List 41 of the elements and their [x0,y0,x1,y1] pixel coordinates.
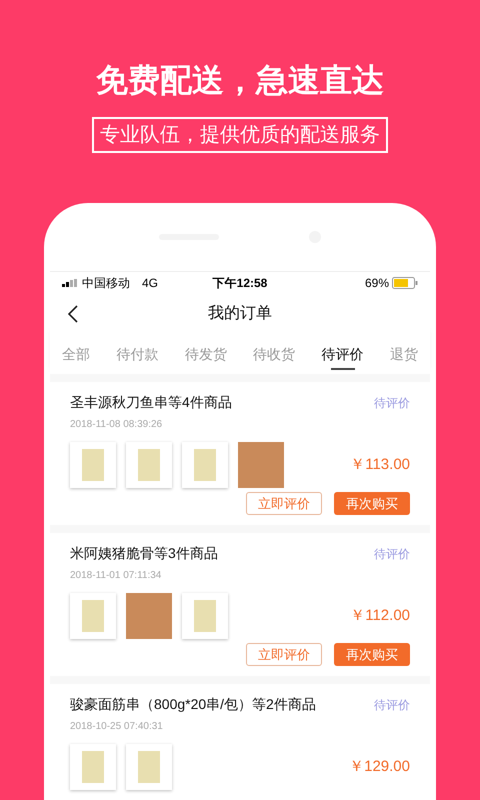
order-price: ￥129.00 [349,756,410,777]
package-photo [182,442,228,488]
battery-icon [392,277,418,289]
food-photo [238,442,284,488]
clock-label: 下午12:58 [212,275,268,292]
order-title: 米阿姨猪脆骨等3件商品 [70,544,218,563]
order-status: 待评价 [374,546,410,562]
order-status: 待评价 [374,394,410,412]
order-tab[interactable]: 全部 [62,334,90,374]
order-date: 2018-11-01 07:11:34 [70,569,162,583]
buy-again-button[interactable]: 再次购买 [334,643,410,666]
back-icon[interactable] [68,305,78,323]
food-photo [126,593,172,639]
order-tab[interactable]: 待收货 [253,334,296,374]
order-price: ￥112.00 [350,606,410,626]
carrier-label: 中国移动 [82,275,130,292]
package-photo [70,593,116,639]
buy-again-button[interactable]: 再次购买 [334,492,410,515]
review-button[interactable]: 立即评价 [246,643,322,666]
order-tab[interactable]: 待评价 [322,334,364,374]
headline: 免费配送，急速直达 [96,61,384,100]
order-tab[interactable]: 待付款 [116,334,158,374]
subheadline: 专业队伍，提供优质的配送服务 [92,117,388,153]
package-photo [126,744,172,790]
battery-label: 69% [364,275,390,292]
order-title: 骏豪面筋串（800g*20串/包）等2件商品 [70,695,316,714]
order-tab[interactable]: 待发货 [184,334,227,374]
order-status: 待评价 [374,696,410,714]
package-photo [70,744,116,790]
order-date: 2018-10-25 07:40:31 [70,720,164,734]
network-label: 4G [142,275,158,292]
order-tab[interactable]: 退货 [390,334,418,374]
order-title: 圣丰源秋刀鱼串等4件商品 [70,393,232,412]
order-date: 2018-11-08 08:39:26 [70,418,164,432]
package-photo [70,442,116,488]
page-title: 我的订单 [208,304,272,324]
package-photo [126,442,172,488]
signal-icon [62,279,78,287]
package-photo [182,593,228,639]
review-button[interactable]: 立即评价 [246,492,322,515]
order-price: ￥113.00 [350,454,410,475]
